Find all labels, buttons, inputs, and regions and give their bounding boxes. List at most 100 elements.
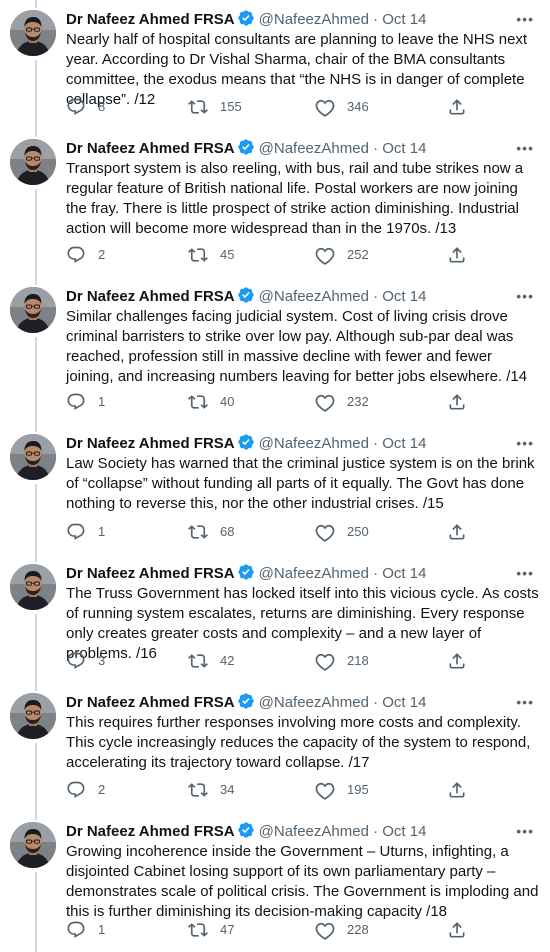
avatar[interactable] bbox=[10, 693, 56, 739]
tweet-header: Dr Nafeez Ahmed FRSA @NafeezAhmed · Oct 1… bbox=[66, 138, 540, 158]
reply-count: 1 bbox=[98, 524, 106, 539]
like-button[interactable]: 346 bbox=[315, 97, 369, 117]
tweet-header: Dr Nafeez Ahmed FRSA @NafeezAhmed · Oct 1… bbox=[66, 433, 540, 453]
thread-line bbox=[35, 0, 37, 8]
tweet[interactable]: Dr Nafeez Ahmed FRSA @NafeezAhmed · Oct 1… bbox=[0, 683, 550, 812]
retweet-count: 155 bbox=[220, 99, 242, 114]
tweet-date[interactable]: Oct 14 bbox=[382, 140, 426, 157]
retweet-icon bbox=[188, 651, 208, 671]
reply-button[interactable]: 1 bbox=[66, 920, 105, 940]
retweet-icon bbox=[188, 245, 208, 265]
author-handle[interactable]: @NafeezAhmed bbox=[259, 694, 369, 711]
retweet-count: 47 bbox=[220, 922, 235, 937]
tweet[interactable]: Dr Nafeez Ahmed FRSA @NafeezAhmed · Oct 1… bbox=[0, 812, 550, 952]
more-options-icon[interactable]: ••• bbox=[516, 433, 534, 453]
like-button[interactable]: 252 bbox=[315, 245, 369, 265]
tweet-actions: 2 45 252 bbox=[66, 245, 542, 265]
share-button[interactable] bbox=[447, 920, 467, 940]
tweet[interactable]: Dr Nafeez Ahmed FRSA @NafeezAhmed · Oct 1… bbox=[0, 424, 550, 554]
more-options-icon[interactable]: ••• bbox=[516, 9, 534, 29]
share-icon bbox=[447, 920, 467, 940]
author-name[interactable]: Dr Nafeez Ahmed FRSA bbox=[66, 694, 235, 711]
author-handle[interactable]: @NafeezAhmed bbox=[259, 11, 369, 28]
avatar[interactable] bbox=[10, 822, 56, 868]
tweet-actions: 1 40 232 bbox=[66, 392, 542, 412]
like-button[interactable]: 232 bbox=[315, 392, 369, 412]
reply-button[interactable]: 8 bbox=[66, 97, 105, 117]
like-button[interactable]: 250 bbox=[315, 522, 369, 542]
share-button[interactable] bbox=[447, 522, 467, 542]
author-handle[interactable]: @NafeezAhmed bbox=[259, 435, 369, 452]
tweet-date[interactable]: Oct 14 bbox=[382, 435, 426, 452]
share-button[interactable] bbox=[447, 392, 467, 412]
retweet-icon bbox=[188, 392, 208, 412]
share-button[interactable] bbox=[447, 780, 467, 800]
avatar[interactable] bbox=[10, 564, 56, 610]
reply-button[interactable]: 1 bbox=[66, 392, 105, 412]
share-button[interactable] bbox=[447, 245, 467, 265]
tweet[interactable]: Dr Nafeez Ahmed FRSA @NafeezAhmed · Oct 1… bbox=[0, 0, 550, 129]
thread-line bbox=[35, 129, 37, 137]
author-handle[interactable]: @NafeezAhmed bbox=[259, 288, 369, 305]
reply-count: 3 bbox=[98, 653, 106, 668]
tweet-date[interactable]: Oct 14 bbox=[382, 565, 426, 582]
more-options-icon[interactable]: ••• bbox=[516, 138, 534, 158]
tweet-header: Dr Nafeez Ahmed FRSA @NafeezAhmed · Oct 1… bbox=[66, 9, 540, 29]
thread-line bbox=[35, 424, 37, 432]
retweet-button[interactable]: 42 bbox=[188, 651, 234, 671]
avatar[interactable] bbox=[10, 434, 56, 480]
retweet-count: 42 bbox=[220, 653, 235, 668]
share-button[interactable] bbox=[447, 651, 467, 671]
avatar[interactable] bbox=[10, 139, 56, 185]
reply-button[interactable]: 1 bbox=[66, 522, 105, 542]
author-handle[interactable]: @NafeezAhmed bbox=[259, 140, 369, 157]
thread-line bbox=[35, 812, 37, 820]
retweet-button[interactable]: 68 bbox=[188, 522, 234, 542]
retweet-button[interactable]: 155 bbox=[188, 97, 242, 117]
author-name[interactable]: Dr Nafeez Ahmed FRSA bbox=[66, 823, 235, 840]
like-count: 218 bbox=[347, 653, 369, 668]
author-name[interactable]: Dr Nafeez Ahmed FRSA bbox=[66, 288, 235, 305]
retweet-button[interactable]: 45 bbox=[188, 245, 234, 265]
reply-icon bbox=[66, 522, 86, 542]
reply-icon bbox=[66, 780, 86, 800]
tweet-date[interactable]: Oct 14 bbox=[382, 694, 426, 711]
reply-icon bbox=[66, 245, 86, 265]
tweet-date[interactable]: Oct 14 bbox=[382, 823, 426, 840]
share-button[interactable] bbox=[447, 97, 467, 117]
more-options-icon[interactable]: ••• bbox=[516, 821, 534, 841]
avatar[interactable] bbox=[10, 10, 56, 56]
reply-button[interactable]: 3 bbox=[66, 651, 105, 671]
tweet[interactable]: Dr Nafeez Ahmed FRSA @NafeezAhmed · Oct 1… bbox=[0, 277, 550, 424]
author-handle[interactable]: @NafeezAhmed bbox=[259, 565, 369, 582]
tweet-text: Transport system is also reeling, with b… bbox=[66, 160, 524, 237]
reply-button[interactable]: 2 bbox=[66, 780, 105, 800]
avatar[interactable] bbox=[10, 287, 56, 333]
more-options-icon[interactable]: ••• bbox=[516, 692, 534, 712]
author-name[interactable]: Dr Nafeez Ahmed FRSA bbox=[66, 140, 235, 157]
separator-dot: · bbox=[368, 11, 383, 28]
retweet-button[interactable]: 47 bbox=[188, 920, 234, 940]
reply-button[interactable]: 2 bbox=[66, 245, 105, 265]
author-name[interactable]: Dr Nafeez Ahmed FRSA bbox=[66, 435, 235, 452]
author-name[interactable]: Dr Nafeez Ahmed FRSA bbox=[66, 11, 235, 28]
like-count: 252 bbox=[347, 247, 369, 262]
retweet-icon bbox=[188, 780, 208, 800]
tweet[interactable]: Dr Nafeez Ahmed FRSA @NafeezAhmed · Oct 1… bbox=[0, 129, 550, 277]
tweet-date[interactable]: Oct 14 bbox=[382, 11, 426, 28]
author-name[interactable]: Dr Nafeez Ahmed FRSA bbox=[66, 565, 235, 582]
retweet-button[interactable]: 34 bbox=[188, 780, 234, 800]
tweet[interactable]: Dr Nafeez Ahmed FRSA @NafeezAhmed · Oct 1… bbox=[0, 554, 550, 683]
reply-icon bbox=[66, 651, 86, 671]
like-button[interactable]: 218 bbox=[315, 651, 369, 671]
more-options-icon[interactable]: ••• bbox=[516, 286, 534, 306]
tweet-date[interactable]: Oct 14 bbox=[382, 288, 426, 305]
retweet-button[interactable]: 40 bbox=[188, 392, 234, 412]
reply-icon bbox=[66, 920, 86, 940]
author-handle[interactable]: @NafeezAhmed bbox=[259, 823, 369, 840]
more-options-icon[interactable]: ••• bbox=[516, 563, 534, 583]
like-button[interactable]: 228 bbox=[315, 920, 369, 940]
thread-line bbox=[35, 189, 37, 277]
thread-line bbox=[35, 872, 37, 952]
like-button[interactable]: 195 bbox=[315, 780, 369, 800]
